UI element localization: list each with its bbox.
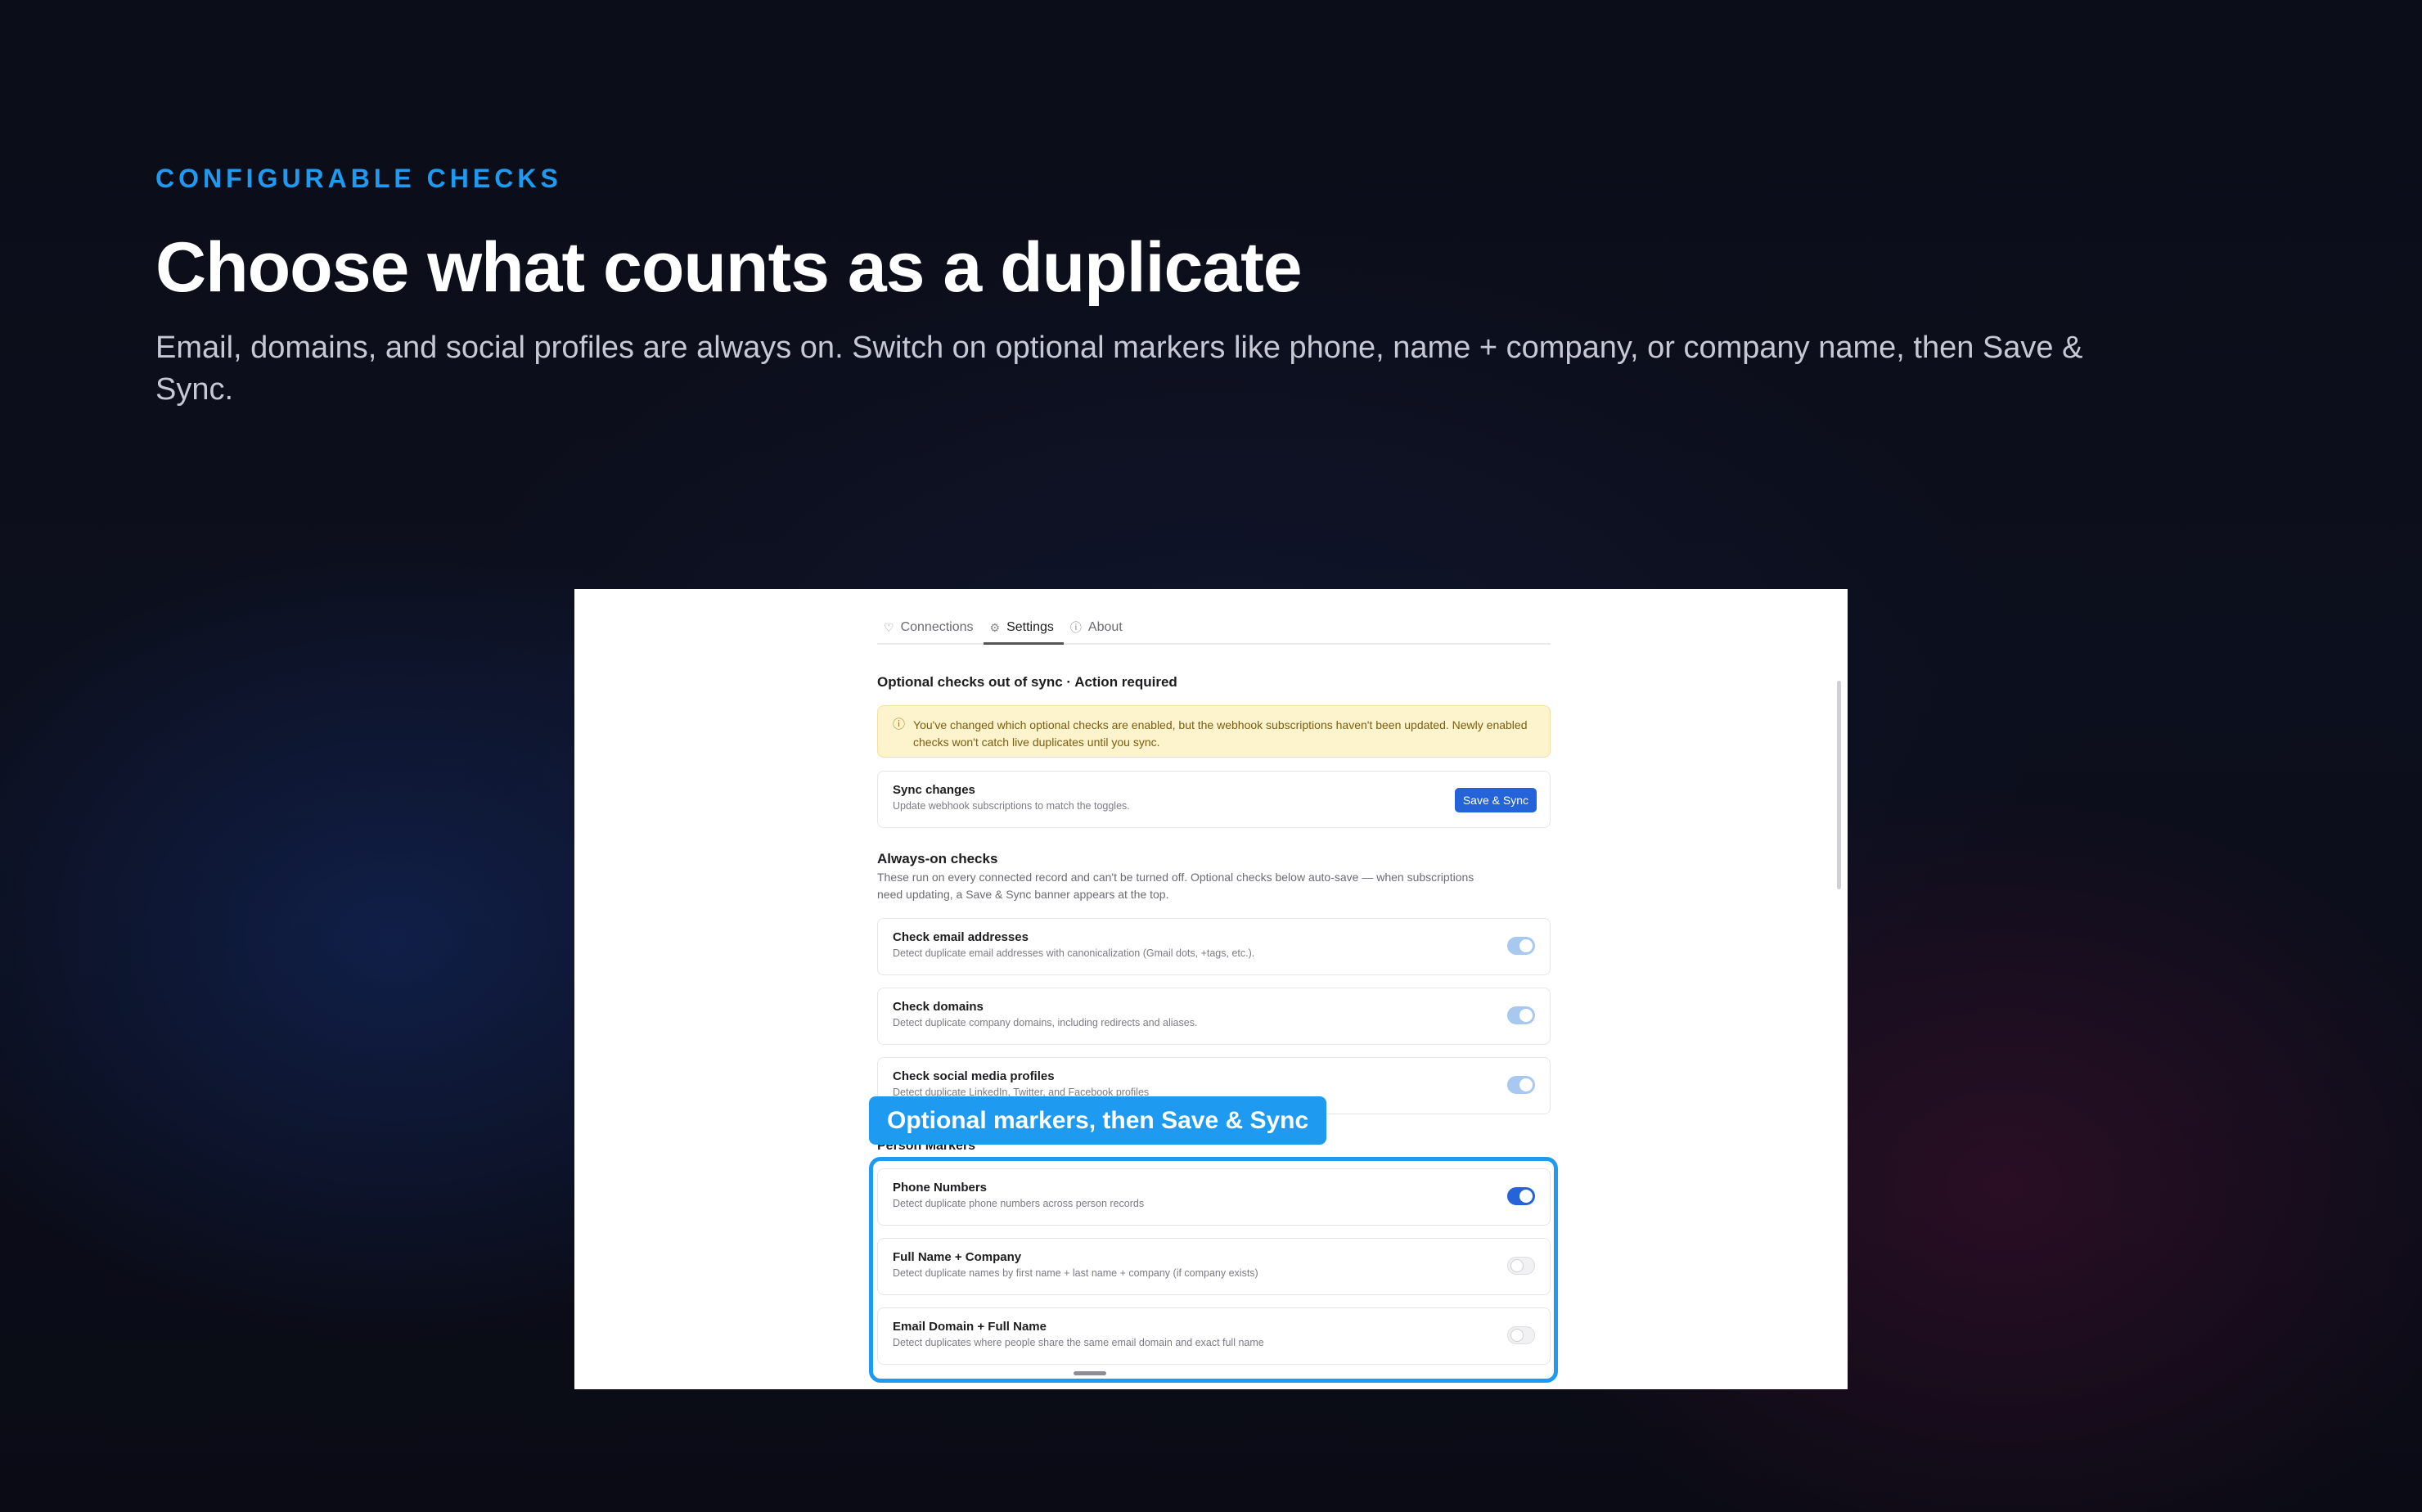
check-social-toggle[interactable] <box>1507 1076 1535 1094</box>
save-and-sync-button[interactable]: Save & Sync <box>1454 788 1537 812</box>
card-description: Detect duplicate email addresses with ca… <box>893 947 1255 959</box>
tab-label: Connections <box>900 620 974 634</box>
check-email-toggle[interactable] <box>1507 937 1535 955</box>
card-title: Check email addresses <box>893 930 1029 944</box>
always-on-description: These run on every connected record and … <box>877 871 1474 901</box>
scrollbar[interactable] <box>1837 681 1841 889</box>
callout-label: Optional markers, then Save & Sync <box>869 1096 1327 1145</box>
always-on-title: Always-on checks <box>877 851 998 866</box>
check-email-card: Check email addresses Detect duplicate e… <box>877 918 1551 975</box>
tab-label: Settings <box>1006 620 1054 634</box>
drag-handle[interactable] <box>1074 1371 1106 1375</box>
sync-alert-title: Optional checks out of sync · Action req… <box>877 674 1177 690</box>
tab-connections[interactable]: ♡ Connections <box>877 589 984 643</box>
card-title: Check social media profiles <box>893 1069 1055 1083</box>
card-title: Sync changes <box>893 783 975 797</box>
tab-label: About <box>1087 620 1123 634</box>
tab-bar: ♡ Connections ⚙ Settings ⓘ About <box>877 589 1551 645</box>
settings-panel: ♡ Connections ⚙ Settings ⓘ About Optiona… <box>877 589 1551 1365</box>
info-icon: ⓘ <box>1069 621 1082 634</box>
heart-icon: ♡ <box>884 620 894 634</box>
check-domains-card: Check domains Detect duplicate company d… <box>877 988 1551 1045</box>
page-subtitle: Email, domains, and social profiles are … <box>155 330 2083 407</box>
check-domains-toggle[interactable] <box>1507 1006 1535 1024</box>
card-description: Detect duplicate company domains, includ… <box>893 1017 1198 1028</box>
warning-banner: ⓘ You've changed which optional checks a… <box>877 705 1551 758</box>
warning-icon: ⓘ <box>893 718 906 731</box>
highlight-box <box>869 1157 1558 1383</box>
card-description: Update webhook subscriptions to match th… <box>893 800 1130 812</box>
gear-icon: ⚙ <box>989 620 1001 634</box>
card-title: Check domains <box>893 1000 984 1014</box>
hero-section: CONFIGURABLE CHECKS Choose what counts a… <box>155 164 2119 411</box>
eyebrow-label: CONFIGURABLE CHECKS <box>155 164 562 193</box>
page-title: Choose what counts as a duplicate <box>155 228 1303 307</box>
app-screenshot: ♡ Connections ⚙ Settings ⓘ About Optiona… <box>574 589 1848 1389</box>
tab-about[interactable]: ⓘ About <box>1064 589 1132 643</box>
tab-settings[interactable]: ⚙ Settings <box>983 589 1065 645</box>
warning-message: You've changed which optional checks are… <box>913 718 1528 749</box>
sync-changes-card: Sync changes Update webhook subscription… <box>877 771 1551 828</box>
